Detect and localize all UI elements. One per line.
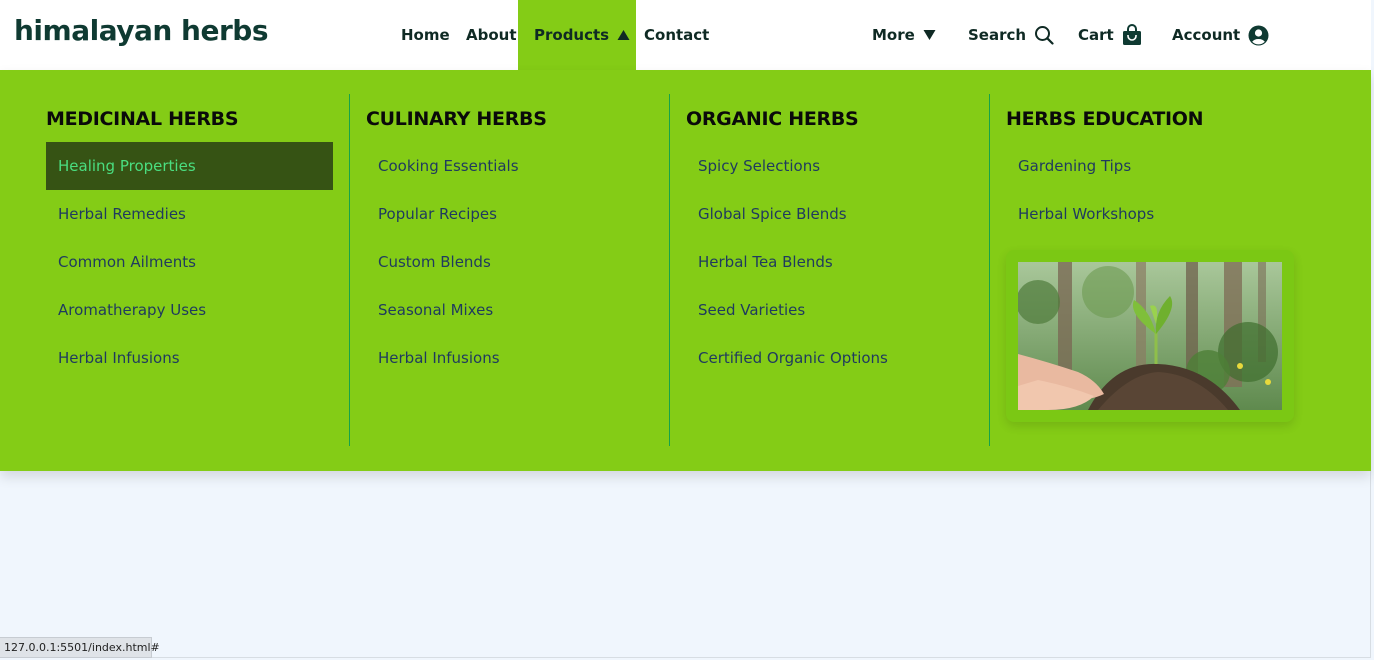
search-icon bbox=[1034, 25, 1054, 45]
menu-link-spicy-selections[interactable]: Spicy Selections bbox=[686, 142, 973, 190]
page: himalayan herbs Home About Products Cont… bbox=[0, 0, 1371, 658]
menu-link-seasonal-mixes[interactable]: Seasonal Mixes bbox=[366, 286, 653, 334]
nav-search[interactable]: Search bbox=[968, 0, 1054, 70]
nav-contact[interactable]: Contact bbox=[644, 0, 709, 70]
column-title: CULINARY HERBS bbox=[366, 108, 547, 130]
menu-column-organic: ORGANIC HERBS Spicy Selections Global Sp… bbox=[669, 94, 989, 446]
nav-search-label: Search bbox=[968, 26, 1027, 44]
nav-home-label: Home bbox=[401, 26, 450, 44]
menu-column-culinary: CULINARY HERBS Cooking Essentials Popula… bbox=[349, 94, 669, 446]
column-title: MEDICINAL HERBS bbox=[46, 108, 239, 130]
chevron-down-icon bbox=[923, 29, 936, 41]
column-title: HERBS EDUCATION bbox=[1006, 108, 1204, 130]
chevron-up-icon bbox=[617, 29, 630, 41]
promo-image-card[interactable] bbox=[1006, 250, 1294, 422]
nav-account[interactable]: Account bbox=[1172, 0, 1269, 70]
menu-link-herbal-remedies[interactable]: Herbal Remedies bbox=[46, 190, 333, 238]
menu-link-gardening-tips[interactable]: Gardening Tips bbox=[1006, 142, 1293, 190]
menu-link-herbal-tea-blends[interactable]: Herbal Tea Blends bbox=[686, 238, 973, 286]
nav-more-label: More bbox=[872, 26, 915, 44]
nav-home[interactable]: Home bbox=[401, 0, 450, 70]
menu-link-healing-properties[interactable]: Healing Properties bbox=[46, 142, 333, 190]
seedling-image bbox=[1018, 262, 1282, 410]
nav-account-label: Account bbox=[1172, 26, 1241, 44]
column-title: ORGANIC HERBS bbox=[686, 108, 859, 130]
browser-status-url: 127.0.0.1:5501/index.html# bbox=[0, 637, 160, 658]
brand-logo[interactable]: himalayan herbs bbox=[14, 14, 269, 47]
menu-link-global-spice-blends[interactable]: Global Spice Blends bbox=[686, 190, 973, 238]
nav-cart[interactable]: Cart bbox=[1078, 0, 1142, 70]
menu-column-medicinal: MEDICINAL HERBS Healing Properties Herba… bbox=[46, 94, 336, 446]
nav-more[interactable]: More bbox=[872, 0, 936, 70]
menu-link-aromatherapy-uses[interactable]: Aromatherapy Uses bbox=[46, 286, 333, 334]
user-circle-icon bbox=[1248, 25, 1269, 46]
menu-link-common-ailments[interactable]: Common Ailments bbox=[46, 238, 333, 286]
products-megamenu: MEDICINAL HERBS Healing Properties Herba… bbox=[0, 70, 1371, 471]
menu-link-custom-blends[interactable]: Custom Blends bbox=[366, 238, 653, 286]
site-header: himalayan herbs Home About Products Cont… bbox=[0, 0, 1371, 70]
nav-contact-label: Contact bbox=[644, 26, 710, 44]
nav-cart-label: Cart bbox=[1078, 26, 1114, 44]
menu-link-popular-recipes[interactable]: Popular Recipes bbox=[366, 190, 653, 238]
menu-link-herbal-workshops[interactable]: Herbal Workshops bbox=[1006, 190, 1293, 238]
menu-link-certified-organic-options[interactable]: Certified Organic Options bbox=[686, 334, 973, 382]
menu-link-herbal-infusions[interactable]: Herbal Infusions bbox=[46, 334, 333, 382]
nav-products-label: Products bbox=[534, 26, 610, 44]
shopping-bag-icon bbox=[1122, 24, 1142, 46]
nav-about-label: About bbox=[466, 26, 517, 44]
menu-link-herbal-infusions[interactable]: Herbal Infusions bbox=[366, 334, 653, 382]
menu-link-cooking-essentials[interactable]: Cooking Essentials bbox=[366, 142, 653, 190]
nav-about[interactable]: About bbox=[466, 0, 517, 70]
nav-products[interactable]: Products bbox=[518, 0, 636, 70]
menu-link-seed-varieties[interactable]: Seed Varieties bbox=[686, 286, 973, 334]
